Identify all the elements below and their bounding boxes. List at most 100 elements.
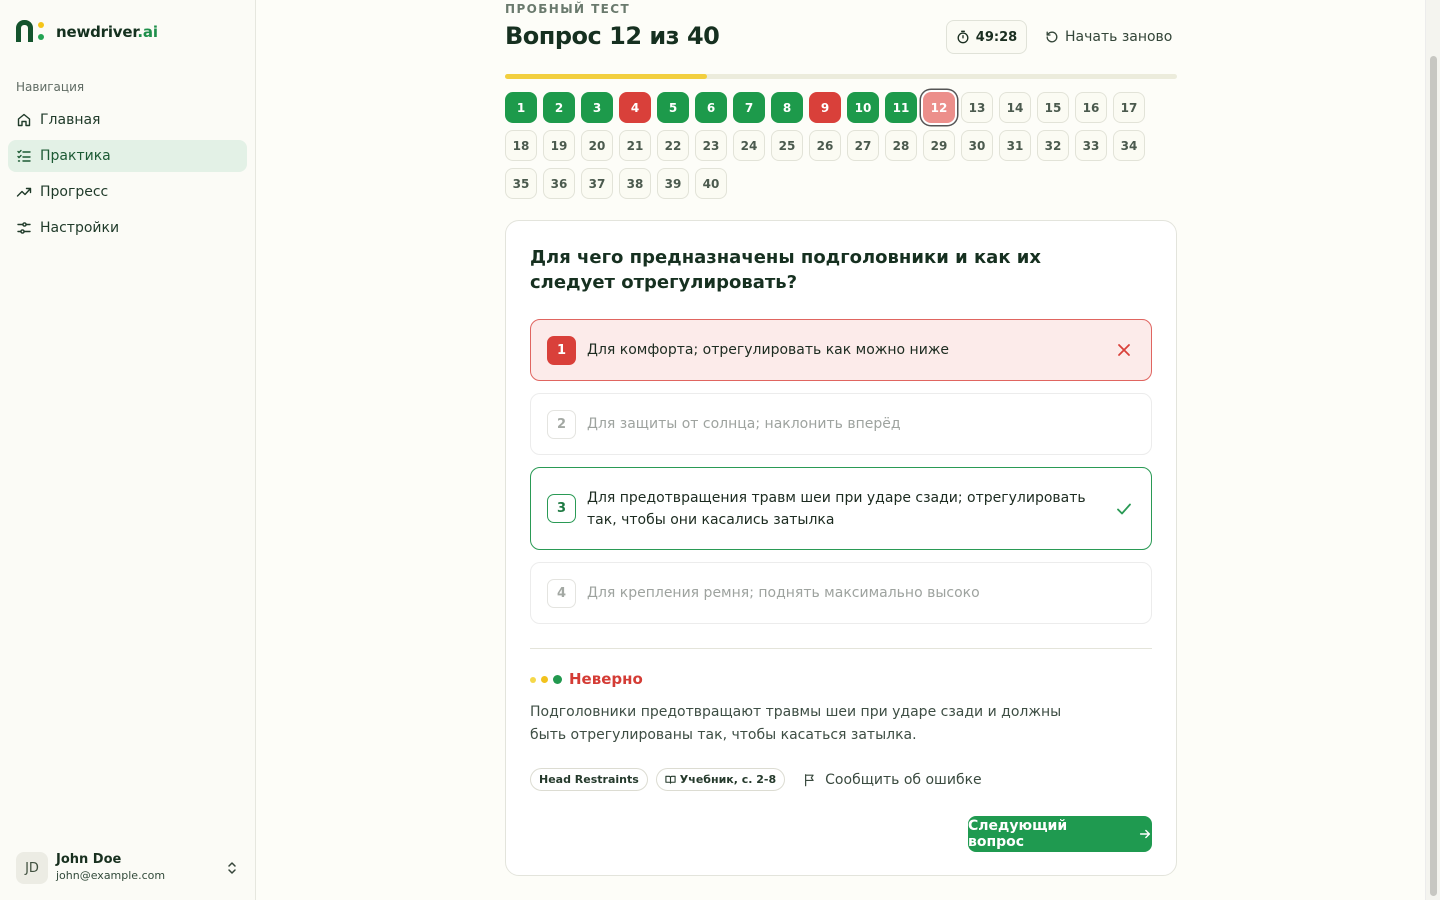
question-nav-button[interactable]: 13: [961, 92, 993, 123]
sidebar-item-label: Настройки: [40, 220, 120, 236]
question-nav-button[interactable]: 12: [923, 92, 955, 123]
question-nav-button[interactable]: 17: [1113, 92, 1145, 123]
scrollbar[interactable]: [1425, 0, 1440, 900]
tags-row: Head Restraints Учебник, с. 2-8 Сообщить…: [530, 768, 982, 791]
question-nav-button[interactable]: 11: [885, 92, 917, 123]
question-nav-button[interactable]: 39: [657, 168, 689, 199]
sidebar-item-home[interactable]: Главная: [8, 104, 247, 136]
question-nav-button[interactable]: 37: [581, 168, 613, 199]
flag-icon: [805, 773, 814, 786]
question-nav-button[interactable]: 9: [809, 92, 841, 123]
question-nav-button[interactable]: 29: [923, 130, 955, 161]
question-nav-button[interactable]: 26: [809, 130, 841, 161]
question-nav-button[interactable]: 35: [505, 168, 537, 199]
explanation-text: Подголовники предотвращают травмы шеи пр…: [530, 704, 1062, 743]
question-nav-button[interactable]: 40: [695, 168, 727, 199]
stopwatch-icon: [957, 30, 969, 44]
question-nav-button[interactable]: 3: [581, 92, 613, 123]
progress-fill: [505, 74, 707, 79]
sidebar-item-practice[interactable]: Практика: [8, 140, 247, 172]
status-dots-icon: [530, 669, 567, 688]
question-nav-button[interactable]: 4: [619, 92, 651, 123]
option-number: 4: [547, 578, 576, 608]
question-nav-button[interactable]: 30: [961, 130, 993, 161]
answer-option-2[interactable]: 2 Для защиты от солнца; наклонить вперёд: [530, 393, 1152, 455]
question-nav-button[interactable]: 28: [885, 130, 917, 161]
question-nav-button[interactable]: 16: [1075, 92, 1107, 123]
question-text: Для чего предназначены подголовники и ка…: [530, 247, 1042, 293]
chevrons-up-down-icon[interactable]: [224, 860, 240, 876]
question-nav-button[interactable]: 22: [657, 130, 689, 161]
question-nav-button[interactable]: 24: [733, 130, 765, 161]
question-nav-button[interactable]: 7: [733, 92, 765, 123]
sliders-icon: [16, 220, 32, 236]
option-text: Для предотвращения травм шеи при ударе с…: [587, 489, 1086, 528]
question-nav-button[interactable]: 1: [505, 92, 537, 123]
trending-up-icon: [16, 184, 32, 200]
option-number: 2: [547, 409, 576, 439]
list-check-icon: [16, 148, 32, 164]
scrollbar-thumb[interactable]: [1430, 56, 1437, 896]
question-nav-button[interactable]: 36: [543, 168, 575, 199]
book-icon: [665, 775, 676, 784]
question-nav-button[interactable]: 38: [619, 168, 651, 199]
sidebar-nav: Главная Практика Прогресс Настройки: [8, 104, 247, 248]
next-question-button[interactable]: Следующий вопрос: [968, 816, 1152, 852]
question-nav-button[interactable]: 15: [1037, 92, 1069, 123]
answer-option-3[interactable]: 3 Для предотвращения травм шеи при ударе…: [530, 467, 1152, 550]
question-nav-button[interactable]: 32: [1037, 130, 1069, 161]
sidebar-item-label: Прогресс: [40, 184, 109, 200]
home-icon: [16, 112, 32, 128]
test-kicker: ПРОБНЫЙ ТЕСТ: [505, 2, 631, 16]
question-nav-button[interactable]: 2: [543, 92, 575, 123]
restart-button[interactable]: Начать заново: [1045, 20, 1172, 54]
rotate-ccw-icon: [1046, 31, 1058, 43]
question-nav-button[interactable]: 19: [543, 130, 575, 161]
question-nav-button[interactable]: 20: [581, 130, 613, 161]
question-nav-button[interactable]: 31: [999, 130, 1031, 161]
question-nav-button[interactable]: 25: [771, 130, 803, 161]
logo[interactable]: newdriver.ai: [16, 18, 158, 46]
question-nav-button[interactable]: 14: [999, 92, 1031, 123]
user-name: John Doe: [56, 852, 122, 867]
option-text: Для комфорта; отрегулировать как можно н…: [587, 342, 950, 358]
question-card: Для чего предназначены подголовники и ка…: [505, 220, 1177, 876]
question-nav-button[interactable]: 33: [1075, 130, 1107, 161]
option-number: 1: [547, 335, 576, 365]
logo-mark-icon: [16, 18, 50, 46]
nav-title: Навигация: [16, 80, 85, 94]
sidebar-item-progress[interactable]: Прогресс: [8, 176, 247, 208]
x-icon: [1118, 344, 1130, 356]
check-icon: [1117, 503, 1131, 514]
report-error-link[interactable]: Сообщить об ошибке: [803, 772, 982, 788]
avatar: JD: [16, 852, 48, 884]
option-text: Для крепления ремня; поднять максимально…: [587, 585, 980, 601]
sidebar-item-label: Практика: [40, 148, 111, 164]
answer-option-1[interactable]: 1 Для комфорта; отрегулировать как можно…: [530, 319, 1152, 381]
handbook-tag[interactable]: Учебник, с. 2-8: [655, 768, 786, 791]
logo-text: newdriver.ai: [56, 23, 158, 41]
topic-tag[interactable]: Head Restraints: [530, 768, 648, 791]
option-text: Для защиты от солнца; наклонить вперёд: [587, 416, 901, 432]
sidebar-item-settings[interactable]: Настройки: [8, 212, 247, 244]
verdict-text: Неверно: [569, 669, 643, 688]
divider: [530, 648, 1152, 649]
answer-option-4[interactable]: 4 Для крепления ремня; поднять максималь…: [530, 562, 1152, 624]
user-menu[interactable]: JD John Doe john@example.com: [16, 851, 240, 885]
verdict: Неверно: [530, 669, 643, 688]
option-number: 3: [547, 494, 576, 523]
question-nav-button[interactable]: 27: [847, 130, 879, 161]
question-nav-button[interactable]: 6: [695, 92, 727, 123]
question-nav-button[interactable]: 21: [619, 130, 651, 161]
question-nav-button[interactable]: 34: [1113, 130, 1145, 161]
question-nav-button[interactable]: 5: [657, 92, 689, 123]
question-nav-button[interactable]: 8: [771, 92, 803, 123]
question-nav-button[interactable]: 23: [695, 130, 727, 161]
arrow-right-icon: [1139, 829, 1151, 839]
progress-bar: [505, 74, 1177, 79]
user-email: john@example.com: [56, 869, 166, 882]
page-title: Вопрос 12 из 40: [505, 22, 720, 50]
sidebar-item-label: Главная: [40, 112, 101, 128]
question-nav-button[interactable]: 18: [505, 130, 537, 161]
question-nav-button[interactable]: 10: [847, 92, 879, 123]
